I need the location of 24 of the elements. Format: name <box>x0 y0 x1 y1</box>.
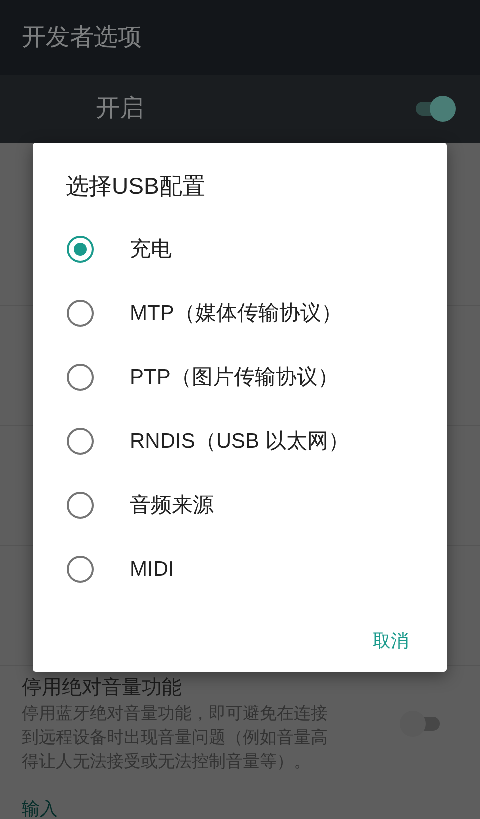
option-label: MIDI <box>130 556 174 583</box>
option-label: PTP（图片传输协议） <box>130 364 339 391</box>
setting-title: 停用绝对音量功能 <box>22 676 183 701</box>
master-switch-label: 开启 <box>96 94 144 124</box>
section-header: 输入 <box>22 799 58 819</box>
radio-option[interactable]: MIDI <box>33 538 447 602</box>
master-switch-row[interactable]: 开启 <box>0 75 480 143</box>
radio-button[interactable] <box>67 300 94 327</box>
radio-button[interactable] <box>67 364 94 391</box>
app-bar-title: 开发者选项 <box>22 22 142 52</box>
option-label: 音频来源 <box>130 492 214 519</box>
radio-button[interactable] <box>67 556 94 583</box>
radio-option[interactable]: RNDIS（USB 以太网） <box>33 410 447 474</box>
radio-option[interactable]: PTP（图片传输协议） <box>33 346 447 410</box>
radio-button[interactable] <box>67 492 94 519</box>
dialog-title: 选择USB配置 <box>66 173 206 199</box>
radio-option[interactable]: 音频来源 <box>33 474 447 538</box>
option-label: MTP（媒体传输协议） <box>130 300 342 327</box>
option-label: RNDIS（USB 以太网） <box>130 428 350 455</box>
option-label: 充电 <box>130 236 172 263</box>
radio-option[interactable]: 充电 <box>33 218 447 282</box>
radio-option[interactable]: MTP（媒体传输协议） <box>33 282 447 346</box>
radio-button[interactable] <box>67 428 94 455</box>
radio-button[interactable] <box>67 236 94 263</box>
